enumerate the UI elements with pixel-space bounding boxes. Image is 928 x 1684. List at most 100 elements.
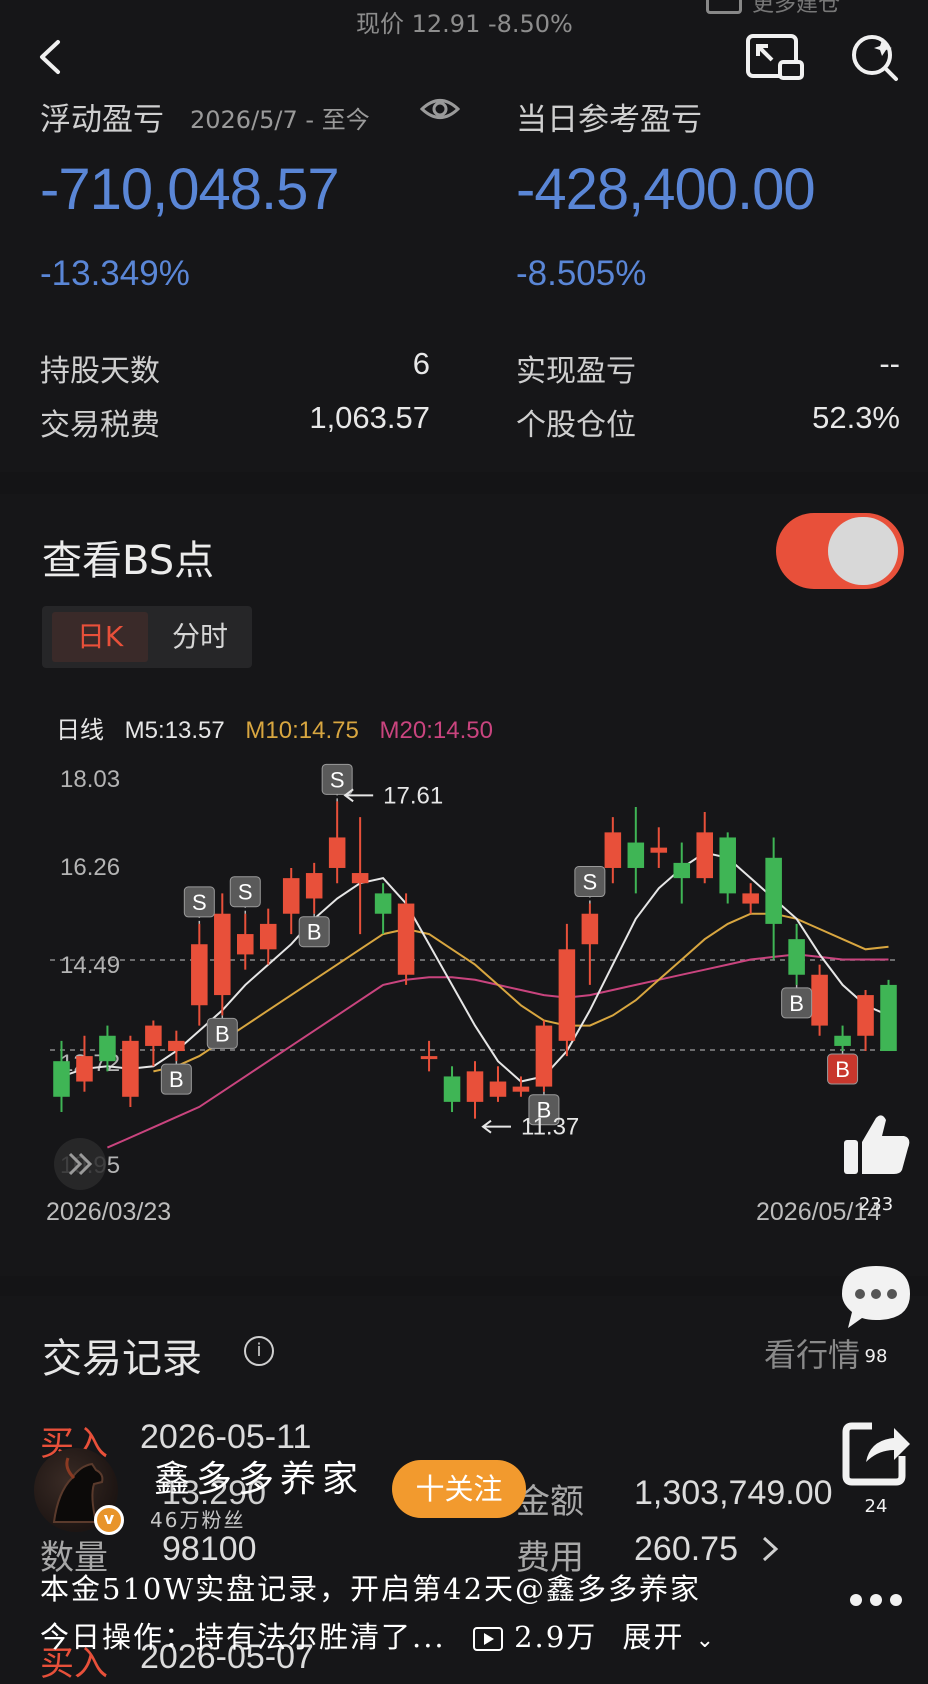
share-count: 24: [864, 1496, 888, 1517]
hold-days-label: 持股天数: [40, 354, 160, 389]
candle-body: [811, 974, 828, 1026]
tab-intraday[interactable]: 分时: [152, 612, 248, 662]
candle-body: [76, 1056, 93, 1082]
floating-pnl-label: 浮动盈亏: [40, 102, 164, 138]
candle-body: [420, 1056, 438, 1060]
marker-label: B: [835, 1057, 850, 1082]
candle-body: [191, 944, 208, 1006]
double-chevron-icon: [54, 1138, 106, 1190]
candle-body: [259, 923, 277, 950]
trade-fee-value: 1,063.57: [309, 400, 430, 435]
ghost-icon: [706, 0, 742, 14]
candle-body: [765, 857, 782, 924]
candle-body: [237, 934, 254, 955]
daily-pnl-label: 当日参考盈亏: [516, 102, 702, 138]
video-caption-line2[interactable]: 今日操作：持有法尔胜清了... 2.9万 展开 ⌄: [40, 1614, 716, 1656]
back-arrow-icon: [40, 40, 60, 74]
share-button[interactable]: [842, 1416, 912, 1490]
verified-badge-icon: v: [94, 1505, 124, 1535]
more-button[interactable]: [846, 1590, 906, 1614]
share-icon: [842, 1422, 910, 1486]
marker-label: B: [307, 920, 322, 945]
search-icon: [852, 35, 898, 81]
candle-body: [168, 1040, 185, 1052]
high-price-label: 17.61: [383, 782, 443, 809]
marker-label: B: [215, 1021, 230, 1046]
more-dots-icon: [850, 1594, 902, 1606]
search-button[interactable]: [846, 30, 906, 86]
floating-pnl-percent: -13.349%: [40, 254, 190, 293]
toggle-knob[interactable]: [828, 517, 898, 585]
like-count: 233: [858, 1194, 894, 1215]
ma5-line: [61, 851, 889, 1083]
follow-button[interactable]: 十关注: [392, 1460, 526, 1518]
candle-body: [99, 1035, 116, 1062]
low-price-label: 11.37: [521, 1114, 579, 1141]
buy-marker: B: [827, 1051, 859, 1085]
author-name[interactable]: 鑫多多养家: [154, 1450, 364, 1502]
bs-points-title: 查看BS点: [42, 538, 215, 584]
marker-label: S: [330, 767, 345, 792]
more-position-ghost: 更多建仓: [752, 0, 841, 17]
candle-body: [443, 1076, 461, 1102]
trade-amount-1: 1,303,749.00: [634, 1474, 833, 1512]
buy-marker: B: [206, 1015, 238, 1049]
candle-body: [673, 862, 691, 879]
floating-pnl-value: -710,048.57: [40, 157, 340, 222]
collapse-chart-button[interactable]: [52, 1136, 108, 1196]
candle-body: [788, 939, 805, 975]
marker-label: S: [238, 880, 253, 905]
floating-pnl-range: 2026/5/7 - 至今: [190, 106, 370, 134]
trade-fee-label: 交易税费: [40, 408, 160, 443]
view-count: 2.9万: [514, 1620, 598, 1654]
fullscreen-button[interactable]: [744, 30, 806, 84]
candle-body: [558, 949, 576, 1041]
candle-body: [742, 893, 759, 904]
thumbs-up-icon: [844, 1115, 910, 1174]
buy-marker: B: [160, 1061, 192, 1095]
chevron-down-icon: ⌄: [695, 1628, 717, 1653]
candle-body: [145, 1025, 162, 1046]
realized-pnl-value: --: [879, 346, 900, 381]
trade-fee-1: 260.75: [634, 1530, 738, 1568]
video-caption-line1: 本金510W实盘记录，开启第42天@鑫多多养家: [40, 1572, 702, 1606]
author-fans: 46万粉丝: [150, 1508, 246, 1532]
kline-chart[interactable]: BSBSBSBSBB 17.6111.37: [0, 740, 928, 1180]
candle-body: [489, 1081, 507, 1097]
x-start-label: 2026/03/23: [46, 1198, 172, 1226]
candle-body: [397, 903, 415, 975]
visibility-toggle[interactable]: [419, 94, 461, 128]
realized-pnl-label: 实现盈亏: [516, 354, 636, 389]
candle-body: [512, 1086, 530, 1092]
like-button[interactable]: [840, 1108, 914, 1184]
tab-daily-k[interactable]: 日K: [52, 612, 148, 662]
sell-marker: S: [574, 866, 606, 904]
position-ratio-value: 52.3%: [812, 400, 900, 435]
expand-label[interactable]: 展开: [622, 1620, 684, 1654]
comment-count: 98: [864, 1346, 888, 1367]
sell-marker: S: [183, 886, 215, 924]
comment-button[interactable]: [838, 1262, 914, 1336]
play-count-icon: [472, 1627, 503, 1651]
marker-label: S: [192, 890, 207, 915]
daily-pnl-value: -428,400.00: [516, 157, 816, 222]
back-button[interactable]: [28, 32, 78, 82]
buy-marker: B: [298, 913, 330, 948]
buy-marker: B: [781, 984, 813, 1019]
marker-label: B: [789, 991, 804, 1016]
candle-body: [374, 893, 392, 914]
candle-body: [351, 873, 369, 884]
trade-detail-chevron[interactable]: [758, 1532, 782, 1570]
info-icon[interactable]: i: [244, 1336, 274, 1366]
candle-body: [650, 847, 668, 853]
chevron-right-icon: [762, 1536, 779, 1562]
candle-body: [880, 984, 897, 1052]
candle-body: [696, 832, 713, 879]
candle-body: [466, 1071, 484, 1102]
caption-text: 今日操作：持有法尔胜清了...: [40, 1620, 446, 1654]
trade-qty-1: 98100: [162, 1530, 257, 1568]
candle-body: [604, 832, 622, 868]
candle-body: [627, 842, 645, 868]
hold-days-value: 6: [412, 346, 430, 381]
candle-body: [719, 837, 736, 894]
